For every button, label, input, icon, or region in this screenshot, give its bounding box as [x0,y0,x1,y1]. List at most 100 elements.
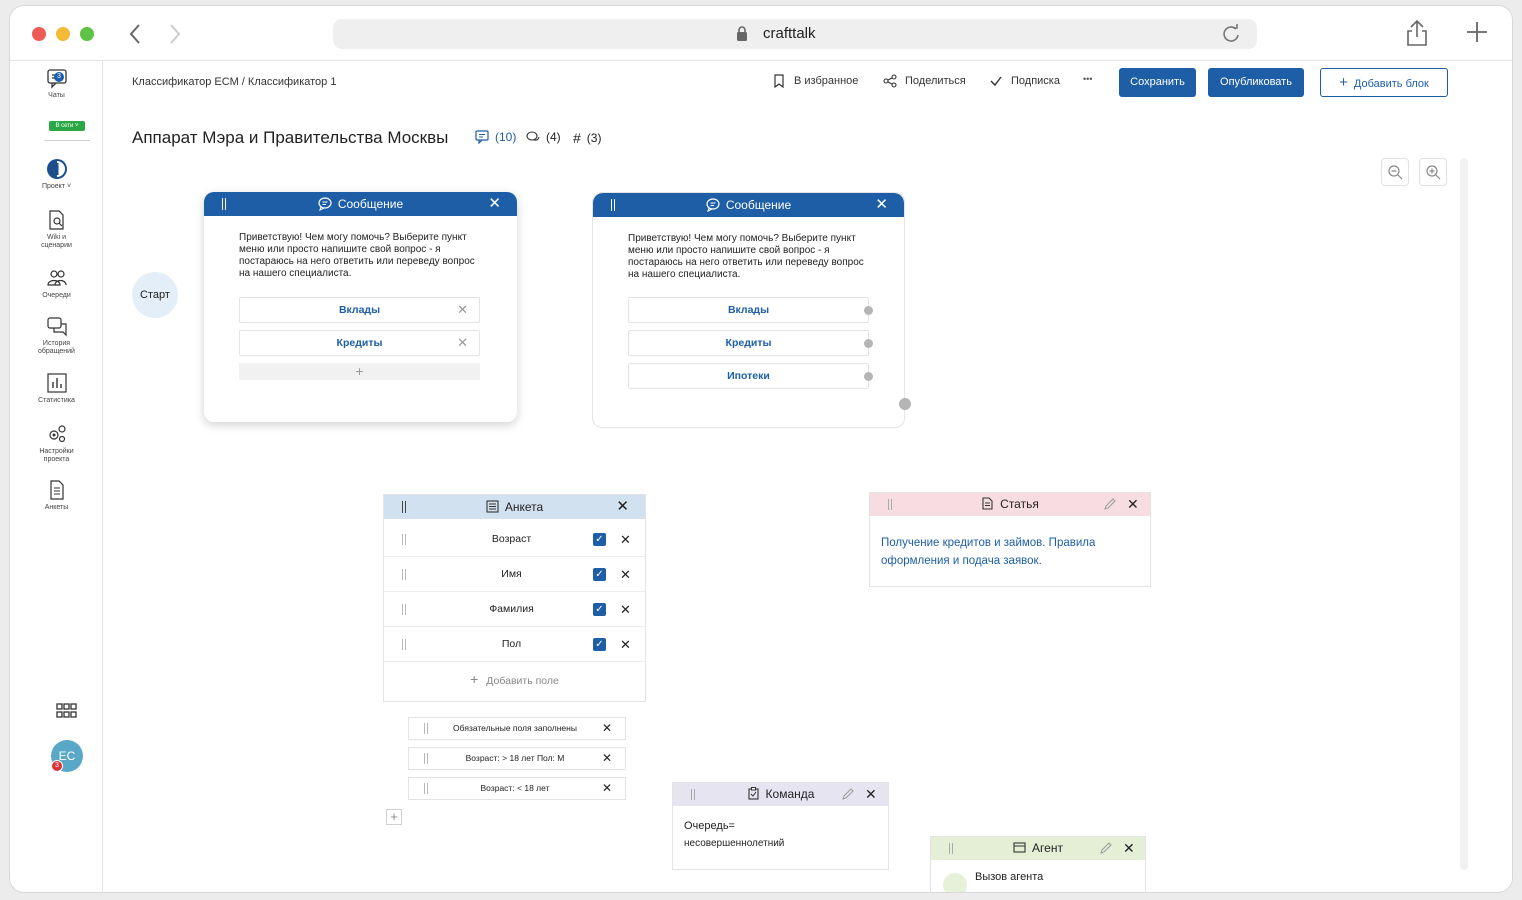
connection-port[interactable] [899,398,911,410]
tags-stat[interactable]: # (3) [573,130,601,146]
drag-handle[interactable] [402,569,406,580]
drag-handle[interactable] [888,499,892,510]
message-text[interactable]: Приветствую! Чем могу помочь? Выберите п… [239,232,484,280]
more-options-button[interactable]: ••• [1083,74,1092,84]
condition-row[interactable]: Возраст: > 18 лет Пол: М ✕ [408,747,626,770]
sidebar-item-statistics[interactable]: Статистика [10,372,103,405]
command-block-title: Команда [765,787,815,801]
start-node[interactable]: Старт [132,272,178,318]
menu-option[interactable]: Вклады [628,297,873,323]
zoom-out-icon [1388,165,1403,180]
required-checkbox[interactable]: ✓ [593,533,606,546]
close-window-button[interactable] [32,27,46,41]
address-bar[interactable]: crafttalk [333,19,1257,49]
form-field-row[interactable]: Пол ✓ ✕ [384,627,645,662]
add-option-button[interactable]: + [239,363,480,380]
share-icon[interactable] [1405,19,1429,47]
remove-option-icon[interactable]: ✕ [457,298,468,322]
zoom-out-button[interactable] [1381,158,1409,186]
favorite-button[interactable]: В избранное [772,74,858,88]
drag-handle[interactable] [402,604,406,615]
required-checkbox[interactable]: ✓ [593,603,606,616]
forward-icon[interactable] [168,22,182,46]
add-condition-button[interactable]: + [386,809,402,825]
form-block[interactable]: Анкета ✕ Возраст ✓ ✕ Имя ✓ ✕ Фамилия ✓ ✕… [383,494,646,702]
remove-field-icon[interactable]: ✕ [620,627,631,662]
drag-handle[interactable] [222,198,226,210]
sidebar-item-chats[interactable]: 3 Чаты [10,67,103,100]
drag-handle[interactable] [424,753,428,764]
sidebar-item-project[interactable]: Проект ˅ [10,158,103,191]
canvas-scrollbar[interactable] [1460,158,1468,870]
menu-option[interactable]: Кредиты ✕ [239,330,480,356]
close-icon[interactable]: ✕ [1127,493,1139,516]
sidebar-item-queues[interactable]: Очереди [10,267,103,300]
command-block[interactable]: Команда ✕ Очередь= несовершеннолетний [672,782,889,870]
add-field-button[interactable]: + Добавить поле [384,662,645,696]
article-block[interactable]: Статья ✕ Получение кредитов и займов. Пр… [869,492,1151,587]
edit-icon[interactable] [841,788,854,801]
drag-handle[interactable] [402,501,406,513]
subscribe-button[interactable]: Подписка [989,74,1060,88]
publish-button[interactable]: Опубликовать [1208,68,1304,97]
breadcrumb[interactable]: Классификатор ЕСМ / Классификатор 1 [132,76,336,88]
menu-option[interactable]: Ипотеки [628,363,873,389]
required-checkbox[interactable]: ✓ [593,568,606,581]
message-block-left[interactable]: Сообщение ✕ Приветствую! Чем могу помочь… [204,192,517,422]
remove-field-icon[interactable]: ✕ [620,522,631,557]
connection-port[interactable] [864,339,873,348]
close-icon[interactable]: ✕ [1123,837,1135,860]
condition-row[interactable]: Возраст: < 18 лет ✕ [408,777,626,800]
close-icon[interactable]: ✕ [616,495,629,519]
sidebar-item-history[interactable]: История обращений [10,315,103,356]
remove-field-icon[interactable]: ✕ [620,592,631,627]
connection-port[interactable] [864,306,873,315]
drag-handle[interactable] [424,723,428,734]
close-icon[interactable]: ✕ [488,192,501,216]
remove-condition-icon[interactable]: ✕ [602,718,612,739]
menu-option[interactable]: Вклады ✕ [239,297,480,323]
reload-icon[interactable] [1221,24,1241,44]
article-link[interactable]: Получение кредитов и займов. Правила офо… [881,534,1121,570]
close-icon[interactable]: ✕ [865,783,877,806]
minimize-window-button[interactable] [56,27,70,41]
message-block-right[interactable]: Сообщение ✕ Приветствую! Чем могу помочь… [592,192,911,428]
add-block-button[interactable]: + Добавить блок [1320,68,1448,97]
zoom-in-button[interactable] [1419,158,1447,186]
required-checkbox[interactable]: ✓ [593,638,606,651]
sidebar-item-forms[interactable]: Анкеты [10,479,103,512]
menu-option[interactable]: Кредиты [628,330,873,356]
share-button[interactable]: Поделиться [883,74,966,88]
form-field-row[interactable]: Имя ✓ ✕ [384,557,645,592]
more-icon: ••• [1083,74,1093,84]
edit-icon[interactable] [1103,498,1116,511]
drag-handle[interactable] [611,199,615,211]
online-status-badge[interactable]: В сети ˅ [49,121,85,131]
sidebar-item-wiki[interactable]: Wiki и сценарии [10,209,103,250]
agent-block[interactable]: Агент ✕ Вызов агента [930,836,1146,892]
apps-grid-icon[interactable] [56,703,77,718]
condition-row[interactable]: Обязательные поля заполнены ✕ [408,717,626,740]
edit-icon[interactable] [1099,842,1112,855]
drag-handle[interactable] [424,783,428,794]
drag-handle[interactable] [402,639,406,650]
drag-handle[interactable] [691,789,695,800]
remove-condition-icon[interactable]: ✕ [602,778,612,799]
remove-option-icon[interactable]: ✕ [457,331,468,355]
drag-handle[interactable] [402,534,406,545]
form-field-row[interactable]: Возраст ✓ ✕ [384,522,645,557]
connection-port[interactable] [864,372,873,381]
back-icon[interactable] [128,22,142,46]
drag-handle[interactable] [949,843,953,854]
close-icon[interactable]: ✕ [875,193,888,217]
maximize-window-button[interactable] [80,27,94,41]
remove-field-icon[interactable]: ✕ [620,557,631,592]
form-field-row[interactable]: Фамилия ✓ ✕ [384,592,645,627]
new-tab-icon[interactable] [1465,20,1489,44]
messages-stat[interactable]: (10) [475,130,516,144]
sidebar-item-settings[interactable]: Настройки проекта [10,423,103,464]
form-field-label: Возраст [491,533,532,545]
save-button[interactable]: Сохранить [1119,68,1196,97]
comments-stat[interactable]: (4) [526,130,561,144]
remove-condition-icon[interactable]: ✕ [602,748,612,769]
